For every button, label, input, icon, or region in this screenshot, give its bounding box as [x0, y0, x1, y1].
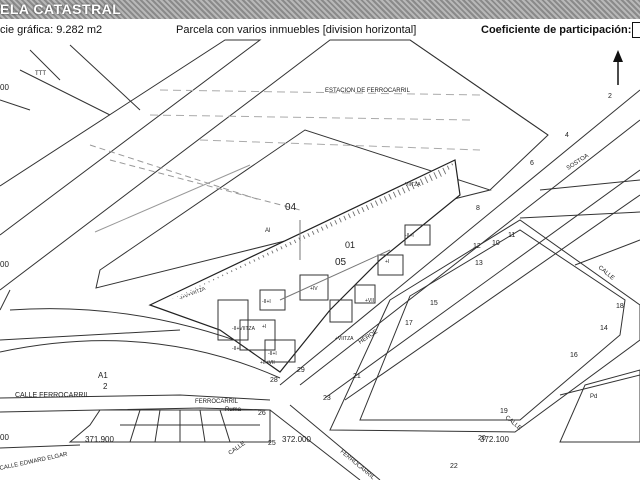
- cadastral-map: ESTACION DE FERROCARRIL 04 05 01 TTT Al …: [0, 39, 640, 480]
- house-number: 25: [268, 440, 276, 447]
- house-number: 14: [600, 325, 608, 332]
- house-number: 13: [475, 260, 483, 267]
- building-label: +IV: [310, 286, 318, 292]
- house-number: 15: [430, 300, 438, 307]
- street-calle-bottom: CALLE: [228, 441, 247, 457]
- page-title: ELA CATASTRAL: [0, 1, 122, 17]
- house-number: 28: [270, 377, 278, 384]
- coord-y-mid: 00: [0, 260, 9, 269]
- house-number: 23: [323, 395, 331, 402]
- house-number: 22: [450, 463, 458, 470]
- parcel-number-01: 01: [345, 240, 355, 250]
- street-ruma: Ruma: [225, 407, 242, 413]
- city-blocks-left: [0, 394, 381, 480]
- building-label: -II+VIITZA: [232, 326, 256, 332]
- house-number: 29: [297, 367, 305, 374]
- building-label: -II+I: [268, 351, 277, 357]
- house-number: 26: [258, 410, 266, 417]
- misc-label-pd: Pd: [590, 394, 597, 400]
- building-label: +II+VII: [260, 360, 275, 366]
- surface-area-label: cie gráfica: 9.282 m2: [0, 24, 103, 36]
- parcel-01: [148, 159, 461, 373]
- house-number: 4: [565, 132, 569, 139]
- label-2: 2: [103, 382, 108, 391]
- house-number: 12: [473, 243, 481, 250]
- house-number: 8: [476, 205, 480, 212]
- street-calle-right-2: CALLE: [504, 415, 522, 432]
- street-calle-edward-elgar: CALLE EDWARD ELGAR: [0, 452, 69, 472]
- building-label: +I: [262, 324, 266, 330]
- house-number: 19: [500, 408, 508, 415]
- building-label: +VIITZA: [335, 336, 354, 342]
- house-number: 16: [570, 352, 578, 359]
- coord-x-mid: 372.000: [282, 435, 311, 444]
- coord-x-left: 371.900: [85, 435, 114, 444]
- building-label: VIITZA: [405, 182, 421, 188]
- building-label: +VII: [365, 298, 374, 304]
- coord-y-top: 00: [0, 83, 9, 92]
- building-label: -II+I: [232, 346, 241, 352]
- street-ferrocarril: FERROCARRIL: [195, 399, 239, 405]
- coord-y-bottom: 00: [0, 433, 9, 442]
- house-number: 10: [492, 240, 500, 247]
- parcel-number-04: 04: [285, 202, 297, 213]
- building-label: -II+I: [262, 299, 271, 305]
- street-calle-right-1: CALLE: [597, 265, 615, 282]
- title-band: ELA CATASTRAL: [0, 0, 640, 19]
- station-label: ESTACION DE FERROCARRIL: [325, 88, 411, 94]
- house-number: 2: [608, 93, 612, 100]
- parcel-type-label: Parcela con varios inmuebles [division h…: [176, 24, 417, 36]
- misc-label-ttt: TTT: [35, 71, 46, 77]
- coefficient-label: Coeficiente de participación:: [481, 24, 632, 36]
- street-calle-ferrocarril: CALLE FERROCARRIL: [15, 392, 89, 399]
- street-ferrocarril-bottom: FERROCARRIL: [339, 449, 376, 480]
- parcel-number-05: 05: [335, 257, 347, 268]
- house-number: 21: [353, 373, 361, 380]
- misc-label-al: Al: [265, 228, 270, 234]
- building-label: -II+I: [405, 233, 414, 239]
- coefficient-value-box: [632, 22, 640, 38]
- north-arrow-icon: [613, 50, 623, 85]
- house-number: 17: [405, 320, 413, 327]
- building-label: +I: [385, 259, 389, 265]
- house-number: 11: [508, 232, 515, 239]
- house-number: 20: [478, 435, 486, 442]
- house-number: 6: [530, 160, 534, 167]
- house-number: 18: [616, 303, 624, 310]
- label-a1: A1: [98, 371, 108, 380]
